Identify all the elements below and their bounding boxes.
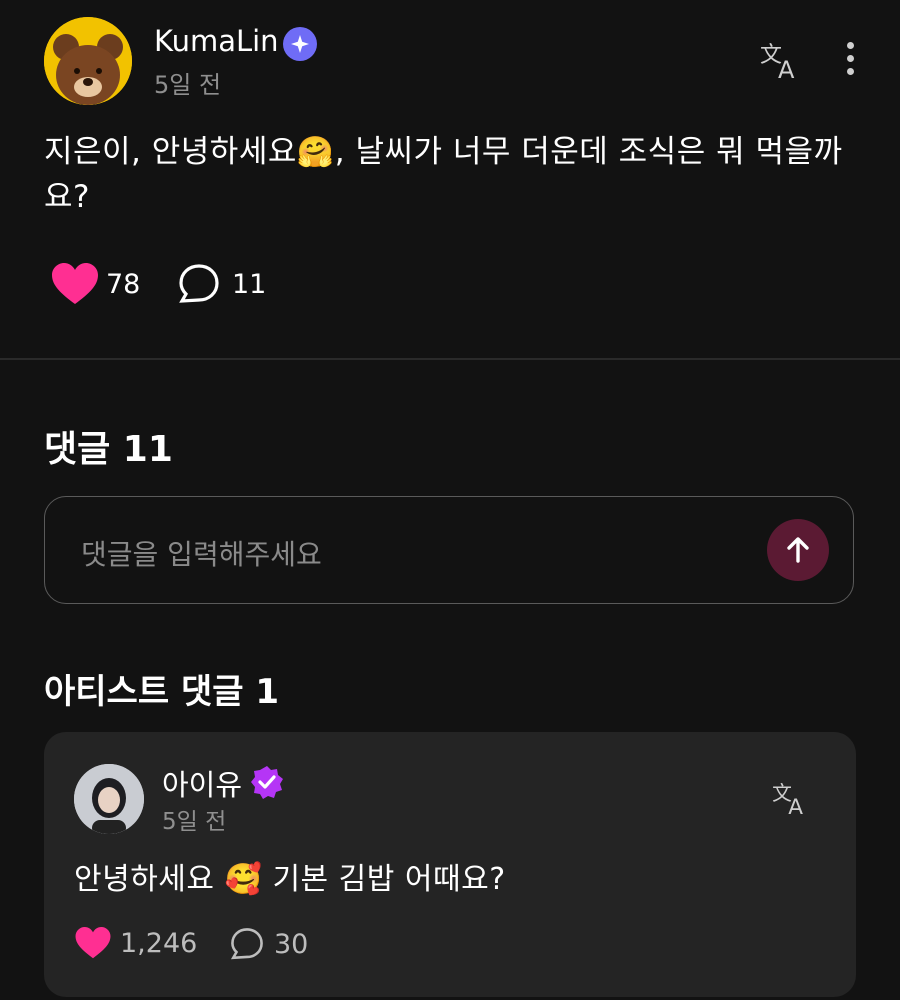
comments-heading: 댓글 11 — [44, 429, 173, 470]
post-card: KumaLin 5일 전 文 A 지은이, 안녕하세요🤗, 날씨가 너무 더운데… — [0, 0, 900, 360]
artist-comments-heading: 아티스트 댓글 1 — [44, 672, 280, 712]
svg-text:A: A — [788, 795, 803, 816]
comment-count: 11 — [232, 268, 267, 300]
verified-badge-icon — [283, 27, 317, 61]
send-button[interactable] — [767, 519, 829, 581]
comment-input-placeholder: 댓글을 입력해주세요 — [81, 538, 322, 571]
author-name[interactable]: KumaLin — [154, 24, 279, 58]
artist-comment-button[interactable]: 30 — [230, 927, 308, 961]
artist-comment-count: 30 — [274, 928, 309, 960]
like-button[interactable]: 78 — [50, 262, 140, 306]
artist-comment-text: 안녕하세요 🥰 기본 김밥 어때요? — [74, 862, 506, 897]
section-divider — [0, 358, 900, 360]
avatar[interactable] — [44, 17, 132, 105]
artist-comment-timestamp: 5일 전 — [162, 809, 227, 835]
arrow-up-icon — [787, 537, 809, 563]
artist-avatar[interactable] — [74, 764, 144, 834]
post-timestamp: 5일 전 — [154, 71, 222, 99]
artist-name[interactable]: 아이유 — [162, 762, 242, 804]
translate-icon[interactable]: 文 A — [760, 40, 802, 84]
comment-bubble-icon — [230, 928, 263, 960]
artist-like-button[interactable]: 1,246 — [74, 926, 197, 960]
comment-button[interactable]: 11 — [178, 263, 266, 305]
more-options-icon[interactable] — [838, 42, 862, 82]
artist-comment-card: 아이유 5일 전 文 A 안녕하세요 🥰 기본 김밥 어때요? 1,246 30 — [44, 732, 856, 997]
comment-bubble-icon — [179, 264, 219, 303]
heart-icon — [52, 263, 98, 304]
artist-photo — [74, 764, 144, 834]
comment-input-field[interactable]: 댓글을 입력해주세요 — [44, 496, 854, 604]
artist-like-count: 1,246 — [120, 927, 198, 959]
hugging-face-emoji: 🤗 — [296, 135, 335, 170]
heart-icon — [75, 927, 111, 959]
like-count: 78 — [106, 268, 141, 300]
post-text: 지은이, 안녕하세요🤗, 날씨가 너무 더운데 조식은 뭐 먹을까요? — [44, 134, 843, 215]
verified-badge-icon — [250, 765, 284, 799]
translate-icon[interactable]: 文 A — [772, 780, 810, 820]
svg-text:A: A — [778, 56, 795, 80]
smiling-hearts-emoji: 🥰 — [224, 862, 263, 897]
bear-avatar-image — [44, 17, 132, 105]
